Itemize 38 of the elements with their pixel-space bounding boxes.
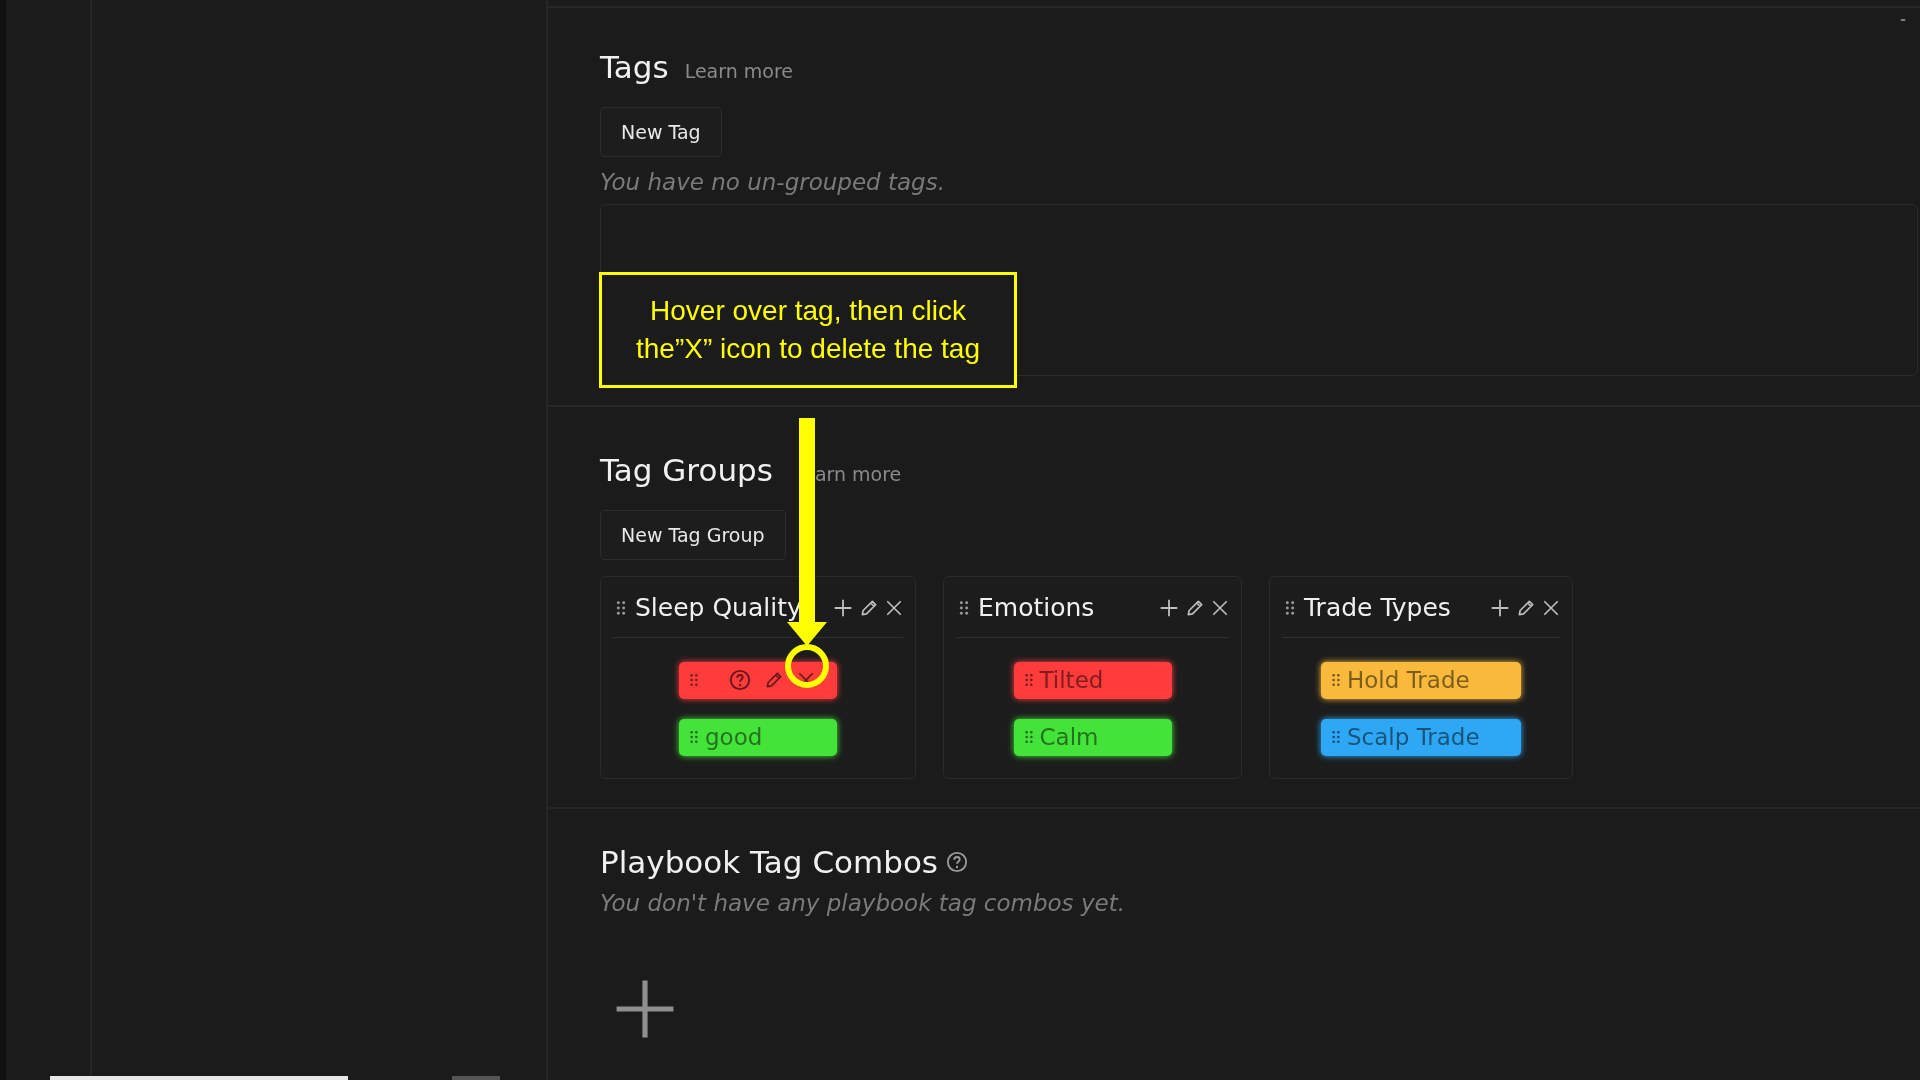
annotation-callout: Hover over tag, then click the”X” icon to delete the tag <box>599 272 1017 388</box>
section-title: Tag Groups <box>600 451 773 490</box>
tag-label: Scalp Trade <box>1347 722 1480 752</box>
tag-chip[interactable]: good <box>679 718 837 756</box>
plus-icon[interactable] <box>833 597 853 618</box>
learn-more-link[interactable]: arn more <box>814 460 902 489</box>
section-title: Playbook Tag Combos <box>600 843 938 882</box>
plus-icon[interactable] <box>1490 597 1510 618</box>
plus-icon[interactable] <box>1159 597 1179 618</box>
tag-chip[interactable] <box>679 661 837 699</box>
empty-message: You have no un-grouped tags. <box>600 168 946 197</box>
help-icon[interactable] <box>946 851 968 874</box>
learn-more-link[interactable]: Learn more <box>684 57 793 86</box>
scrollbar-thumb[interactable] <box>50 1076 348 1080</box>
tag-chip[interactable]: Tilted <box>1013 661 1172 699</box>
group-name: Sleep Quality <box>635 592 802 624</box>
tag-chip[interactable]: Scalp Trade <box>1321 718 1521 756</box>
pencil-icon[interactable] <box>1185 597 1205 618</box>
section-title: Tags <box>600 48 669 87</box>
pencil-icon[interactable] <box>1516 597 1536 618</box>
tag-label: Tilted <box>1039 665 1104 695</box>
pencil-icon[interactable] <box>859 597 879 618</box>
new-tag-group-button[interactable]: New Tag Group <box>600 509 786 560</box>
group-name: Emotions <box>978 592 1095 624</box>
new-tag-button[interactable]: New Tag <box>600 106 722 157</box>
close-icon[interactable] <box>885 598 903 617</box>
tag-label: Calm <box>1039 722 1099 752</box>
close-icon[interactable] <box>1211 598 1229 617</box>
tag-label: good <box>705 722 763 752</box>
tag-chip[interactable]: Hold Trade <box>1321 661 1521 699</box>
close-icon[interactable] <box>1542 598 1560 617</box>
tag-label: Hold Trade <box>1347 665 1470 695</box>
tag-chip[interactable]: Calm <box>1013 718 1172 756</box>
empty-message: You don't have any playbook tag combos yet. <box>600 888 1126 918</box>
help-icon[interactable] <box>729 669 751 691</box>
scrollbar-thumb[interactable] <box>452 1076 500 1080</box>
add-icon[interactable] <box>614 978 676 1040</box>
group-name: Trade Types <box>1304 592 1451 624</box>
